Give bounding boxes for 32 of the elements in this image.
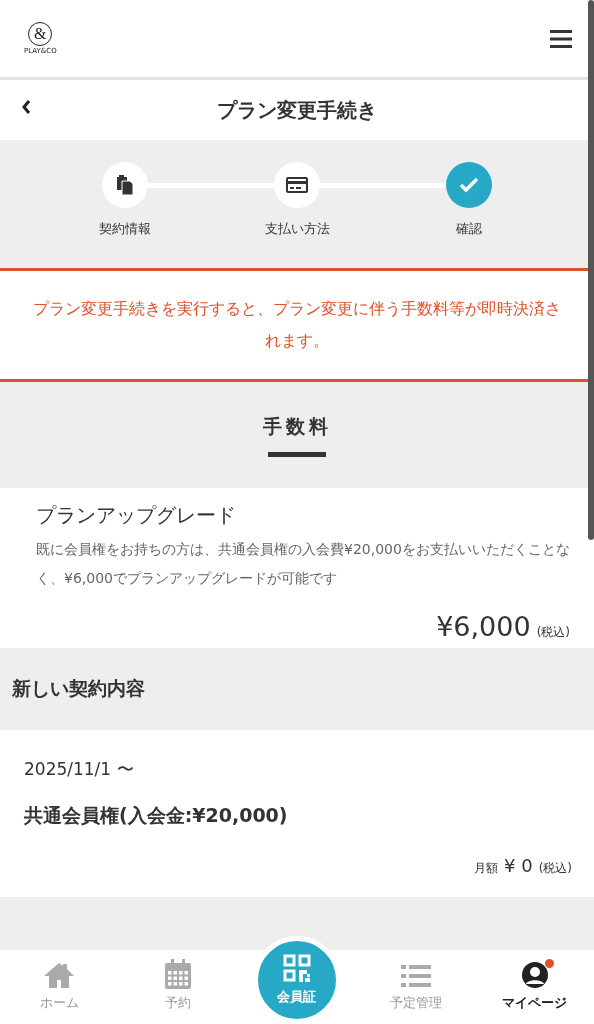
tax-note: (税込) xyxy=(536,624,570,641)
check-icon xyxy=(459,177,479,193)
qr-code-icon xyxy=(283,954,311,982)
price: ¥6,000 xyxy=(436,611,531,642)
credit-card-icon xyxy=(286,177,308,193)
step-label: 確認 xyxy=(456,220,482,238)
alert-text: プラン変更手続きを実行すると、プラン変更に伴う手数料等が即時決済されます。 xyxy=(32,298,562,352)
list-icon xyxy=(400,963,431,989)
monthly-price: ¥ 0 xyxy=(504,855,533,876)
title-underline xyxy=(268,451,326,457)
monthly-label: 月額 xyxy=(474,860,498,877)
item-description: 既に会員権をお持ちの方は、共通会員権の入会費¥20,000をお支払いいただくことなく、¥6,000でプランアップグレードが可能です xyxy=(36,540,571,588)
tax-note: (税込) xyxy=(538,860,572,877)
section-title: 新しい契約内容 xyxy=(12,676,145,701)
item-title: プランアップグレード xyxy=(36,502,237,529)
home-icon xyxy=(43,961,76,989)
tab-item[interactable]: 予定管理 xyxy=(356,963,476,1024)
page-title: プラン変更手続き xyxy=(217,96,377,124)
tab-item[interactable]: マイページ xyxy=(475,961,594,1024)
tab-item[interactable]: ホーム xyxy=(0,961,119,1024)
start-date: 2025/11/1 〜 xyxy=(24,758,135,781)
user-icon xyxy=(520,961,549,989)
scrollbar[interactable] xyxy=(588,0,594,540)
documents-icon xyxy=(116,175,134,195)
back-icon[interactable] xyxy=(20,98,32,116)
calendar-icon xyxy=(165,959,192,989)
tab-item[interactable]: 予約 xyxy=(118,959,238,1024)
step-label: 支払い方法 xyxy=(264,220,330,238)
step-label: 契約情報 xyxy=(99,220,151,238)
menu-icon[interactable] xyxy=(550,28,572,49)
plan-name: 共通会員権(入会金:¥20,000) xyxy=(24,803,289,828)
section-title: 手数料 xyxy=(262,413,332,439)
